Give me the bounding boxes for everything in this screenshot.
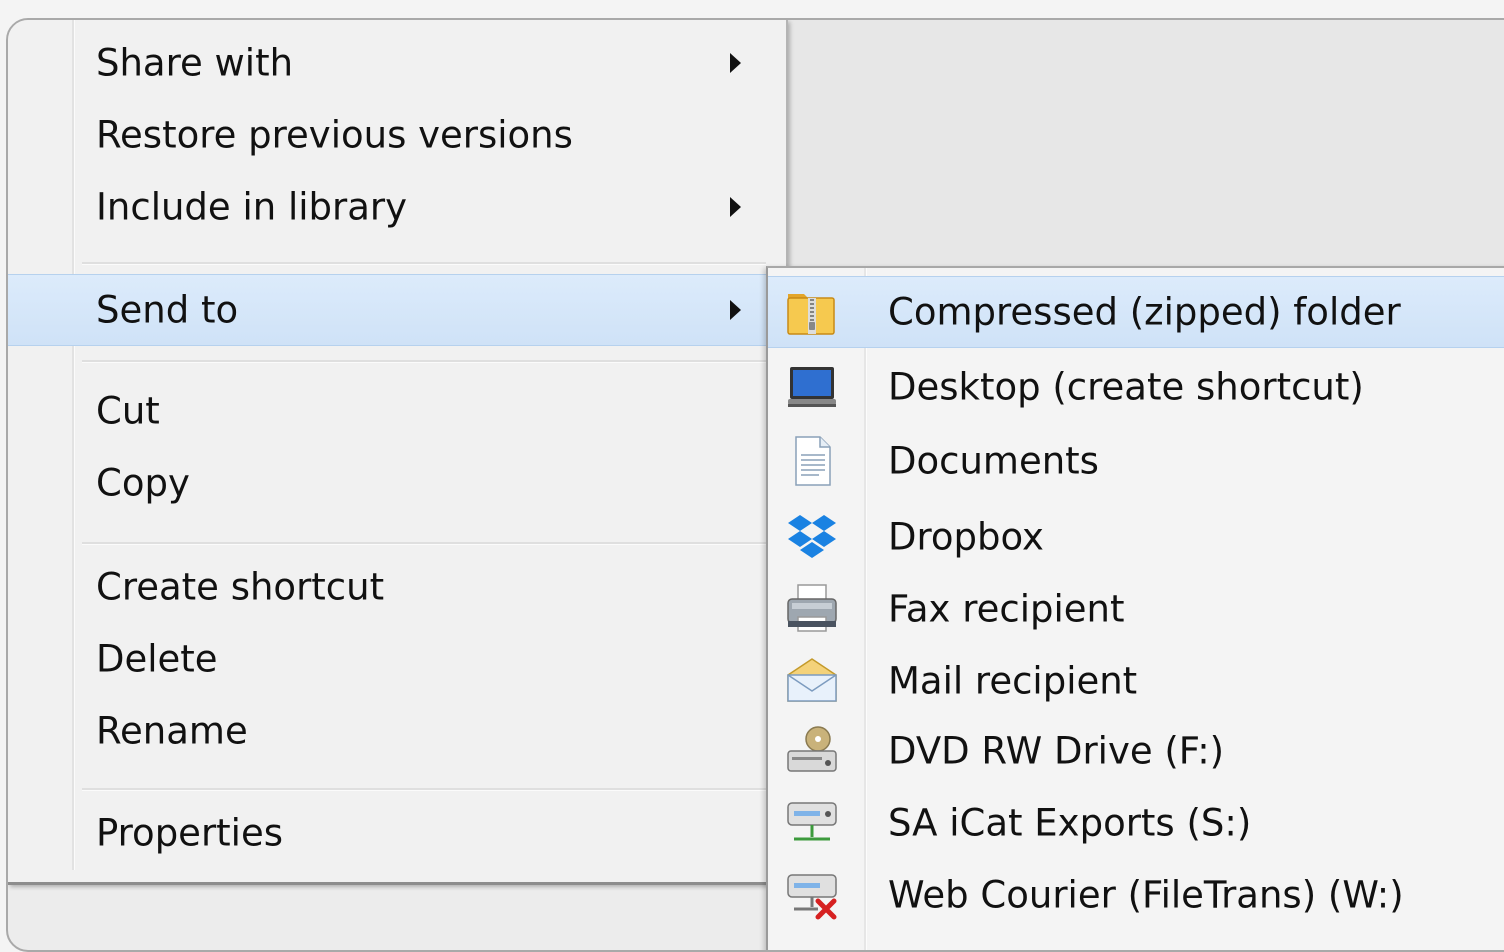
menu-separator [82,360,766,363]
submenu-item-label: DVD RW Drive (F:) [888,729,1225,773]
menu-item-restore-previous-versions[interactable]: Restore previous versions [8,100,768,170]
send-to-submenu: Compressed (zipped) folder Desktop (crea… [766,266,1504,950]
submenu-item-label: Desktop (create shortcut) [888,365,1364,409]
menu-separator [82,788,766,791]
background-area [788,20,1504,280]
submenu-arrow-icon [730,53,741,73]
document-icon [795,436,831,486]
menu-item-properties[interactable]: Properties [8,798,768,868]
submenu-item-documents[interactable]: Documents [768,426,1504,496]
menu-item-label: Rename [96,709,248,753]
menu-item-share-with[interactable]: Share with [8,28,768,98]
submenu-item-mail-recipient[interactable]: Mail recipient [768,646,1504,716]
mail-envelope-icon [787,658,837,702]
menu-separator [82,262,766,265]
submenu-item-desktop[interactable]: Desktop (create shortcut) [768,352,1504,422]
menu-item-label: Send to [96,288,239,332]
menu-separator [82,542,766,545]
menu-item-send-to[interactable]: Send to [8,274,768,346]
menu-item-include-in-library[interactable]: Include in library [8,172,768,242]
submenu-item-label: Fax recipient [888,587,1125,631]
desktop-icon [788,367,836,407]
menu-item-label: Properties [96,811,283,855]
menu-item-label: Create shortcut [96,565,385,609]
menu-item-label: Copy [96,461,190,505]
submenu-item-sa-icat-exports[interactable]: SA iCat Exports (S:) [768,788,1504,858]
menu-item-label: Cut [96,389,160,433]
submenu-item-dropbox[interactable]: Dropbox [768,502,1504,572]
dropbox-icon [788,515,836,558]
menu-item-label: Delete [96,637,218,681]
submenu-item-label: Dropbox [888,515,1044,559]
dvd-drive-icon [787,726,837,772]
submenu-item-label: Web Courier (FileTrans) (W:) [888,873,1404,917]
submenu-item-label: Documents [888,439,1099,483]
fax-printer-icon [787,584,837,632]
screenshot-frame: Share with Restore previous versions Inc… [6,18,1504,952]
submenu-arrow-icon [730,300,741,320]
menu-item-rename[interactable]: Rename [8,696,768,766]
zip-folder-icon [787,294,835,335]
menu-item-label: Restore previous versions [96,113,573,157]
menu-item-create-shortcut[interactable]: Create shortcut [8,552,768,622]
disconnected-network-drive-icon [787,874,837,920]
menu-item-copy[interactable]: Copy [8,448,768,518]
submenu-item-label: SA iCat Exports (S:) [888,801,1252,845]
menu-item-label: Share with [96,41,294,85]
submenu-arrow-icon [730,197,741,217]
submenu-item-fax-recipient[interactable]: Fax recipient [768,574,1504,644]
submenu-item-label: Compressed (zipped) folder [888,290,1401,334]
menu-item-delete[interactable]: Delete [8,624,768,694]
submenu-item-label: Mail recipient [888,659,1138,703]
submenu-item-dvd-drive[interactable]: DVD RW Drive (F:) [768,716,1504,786]
submenu-item-web-courier[interactable]: Web Courier (FileTrans) (W:) [768,860,1504,930]
submenu-item-compressed-folder[interactable]: Compressed (zipped) folder [768,276,1504,348]
menu-item-label: Include in library [96,185,407,229]
network-drive-icon [787,802,837,841]
menu-item-cut[interactable]: Cut [8,376,768,446]
context-menu: Share with Restore previous versions Inc… [8,20,788,885]
